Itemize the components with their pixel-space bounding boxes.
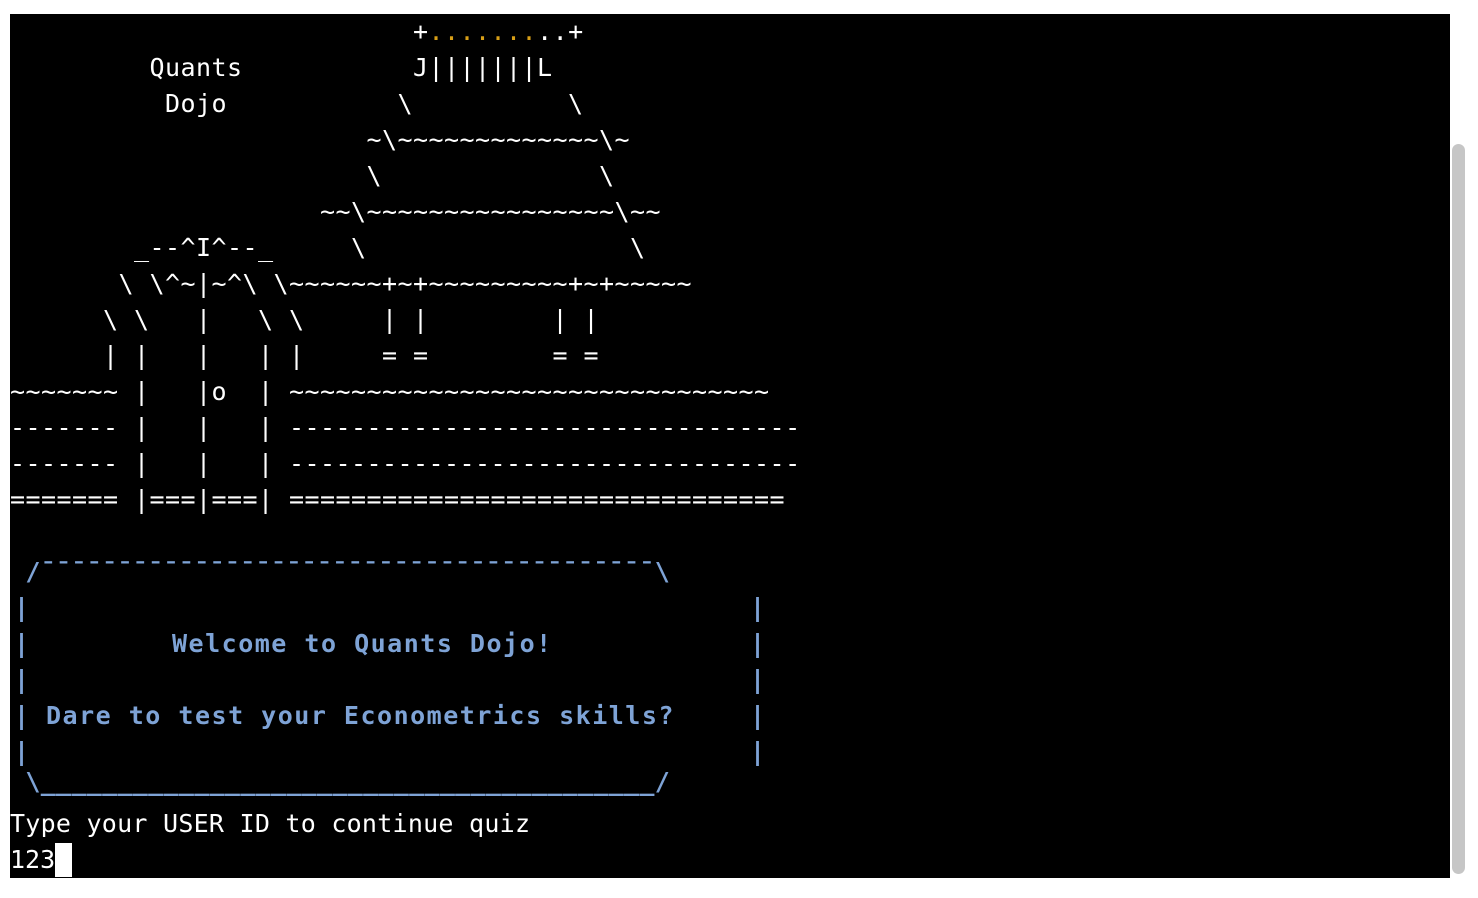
art-line-roof-1: ~\~~~~~~~~~~~~~\~	[10, 125, 631, 154]
welcome-subtitle: Dare to test your Econometrics skills?	[46, 701, 675, 730]
welcome-box-top-border: /¯¯¯¯¯¯¯¯¯¯¯¯¯¯¯¯¯¯¯¯¯¯¯¯¯¯¯¯¯¯¯¯¯¯¯¯¯¯¯…	[10, 557, 671, 586]
art-line-title-quants: Quants J|||||||L	[10, 53, 553, 82]
welcome-box-right-border: |	[750, 665, 766, 694]
art-line-roof-2: \ \	[10, 161, 615, 190]
vertical-scrollbar-thumb[interactable]	[1452, 144, 1465, 874]
user-id-input-value[interactable]: 123	[10, 842, 55, 878]
welcome-box-left-border: |	[14, 629, 30, 658]
welcome-title: Welcome to Quants Dojo!	[172, 629, 553, 658]
user-id-prompt: Type your USER ID to continue quiz	[10, 809, 531, 838]
text-cursor	[55, 843, 73, 877]
art-line-wall-1: ------- | | | --------------------------…	[10, 413, 801, 442]
welcome-box-left-border: |	[14, 701, 30, 730]
terminal-window[interactable]: +.........+ Quants J|||||||L Dojo \ \ ~\…	[10, 14, 1450, 878]
art-line-roof-top: +.........+	[10, 17, 584, 46]
art-line-title-dojo: Dojo \ \	[10, 89, 584, 118]
welcome-box-left-border: |	[14, 593, 30, 622]
welcome-box-right-border: |	[750, 737, 766, 766]
art-line-pillars-2: | | | | | = = = =	[10, 341, 600, 370]
welcome-box-bottom-border: \_______________________________________…	[10, 767, 671, 796]
art-line-gate-top: _--^I^--_ \ \	[10, 233, 646, 262]
art-line-ground: ======= |===|===| ======================…	[10, 485, 786, 514]
art-line-wall-2: ------- | | | --------------------------…	[10, 449, 801, 478]
welcome-box-right-border: |	[750, 629, 766, 658]
welcome-box-right-border: |	[750, 593, 766, 622]
user-id-input[interactable]: 123	[10, 842, 73, 878]
art-line-roof-3: ~~\~~~~~~~~~~~~~~~~\~~	[10, 197, 662, 226]
art-line-wall-wave: ~~~~~~~ | |o | ~~~~~~~~~~~~~~~~~~~~~~~~~…	[10, 377, 770, 406]
welcome-box-left-border: |	[14, 665, 30, 694]
art-line-pillars-1: \ \ | \ \ | | | |	[10, 305, 600, 334]
art-line-gate-roof: \ \^~|~^\ \~~~~~~+~+~~~~~~~~~+~+~~~~~	[10, 269, 693, 298]
welcome-box-right-border: |	[750, 701, 766, 730]
